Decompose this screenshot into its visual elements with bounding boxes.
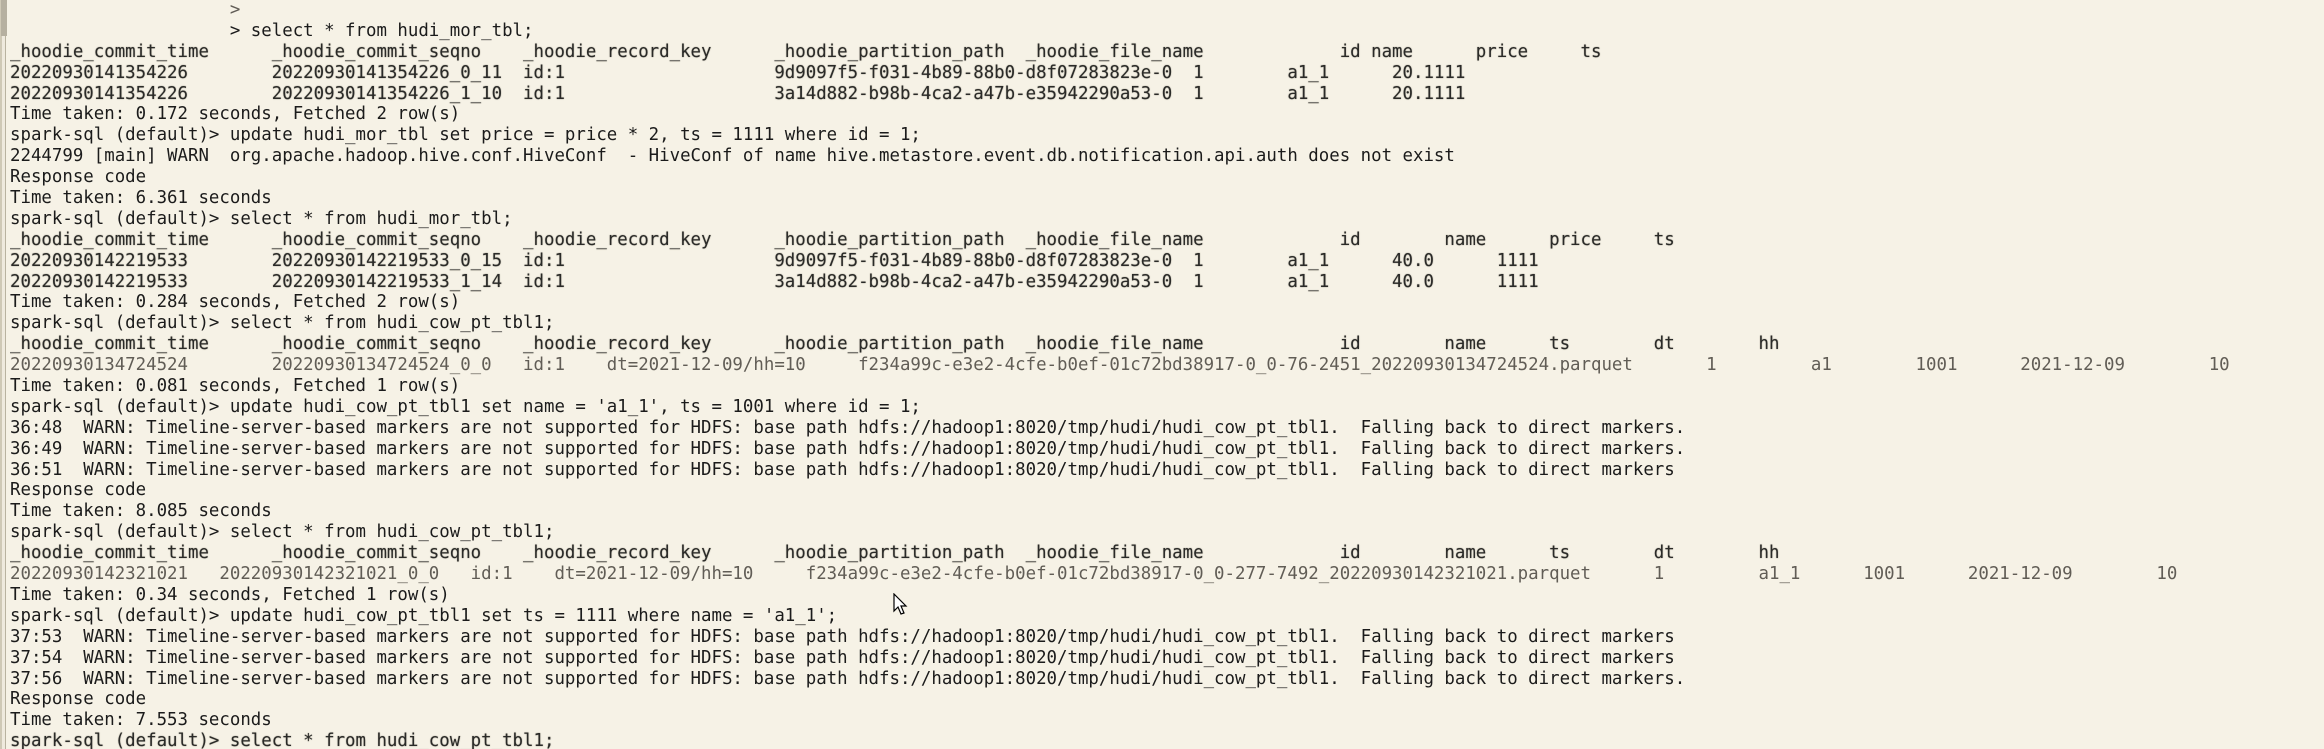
terminal-line: _hoodie_commit_time _hoodie_commit_seqno… — [10, 41, 1602, 62]
terminal-line: 37:56 WARN: Timeline-server-based marker… — [10, 668, 1686, 689]
terminal-line: > — [10, 0, 241, 20]
terminal-line: Response code — [10, 689, 147, 710]
terminal-line: Time taken: 6.361 seconds — [10, 188, 272, 209]
terminal-line: 36:49 WARN: Timeline-server-based marker… — [10, 438, 1686, 459]
terminal-line: _hoodie_commit_time _hoodie_commit_seqno… — [10, 334, 1780, 355]
terminal-line: 20220930142219533 20220930142219533_1_14… — [10, 271, 1539, 292]
terminal-line: Time taken: 0.284 seconds, Fetched 2 row… — [10, 292, 461, 313]
terminal-line: > select * from hudi_mor_tbl; — [10, 20, 534, 41]
terminal-line: 36:48 WARN: Timeline-server-based marker… — [10, 417, 1686, 438]
terminal-line: 37:54 WARN: Timeline-server-based marker… — [10, 647, 1675, 668]
terminal-line: Time taken: 7.553 seconds — [10, 710, 272, 731]
terminal-line: 2244799 [main] WARN org.apache.hadoop.hi… — [10, 146, 1455, 167]
window-left-border — [0, 0, 9, 749]
terminal-line: Time taken: 0.081 seconds, Fetched 1 row… — [10, 376, 461, 397]
terminal-line: 37:53 WARN: Timeline-server-based marker… — [10, 626, 1675, 647]
terminal-line: spark-sql (default)> select * from hudi_… — [10, 208, 513, 229]
terminal-line: 36:51 WARN: Timeline-server-based marker… — [10, 459, 1675, 480]
terminal-line: spark-sql (default)> update hudi_mor_tbl… — [10, 125, 921, 146]
terminal-line: spark-sql (default)> select * from hudi_… — [10, 313, 555, 334]
terminal-line: 20220930134724524 20220930134724524_0_0 … — [10, 355, 2230, 376]
terminal-line: spark-sql (default)> select * from hudi_… — [10, 522, 555, 543]
terminal-line: Response code — [10, 167, 147, 188]
terminal-line: 20220930141354226 20220930141354226_0_11… — [10, 62, 1466, 83]
terminal-line: _hoodie_commit_time _hoodie_commit_seqno… — [10, 229, 1675, 250]
terminal-line: spark-sql (default)> update hudi_cow_pt_… — [10, 605, 838, 626]
terminal-line: 20220930142219533 20220930142219533_0_15… — [10, 250, 1539, 271]
terminal-line: Response code — [10, 480, 147, 501]
terminal-line: Time taken: 8.085 seconds — [10, 501, 272, 522]
terminal-line: spark-sql (default)> select * from hudi_… — [10, 731, 555, 749]
terminal-window[interactable]: > > select * from hudi_mor_tbl; _hoodie_c… — [0, 0, 2324, 749]
terminal-line: spark-sql (default)> update hudi_cow_pt_… — [10, 396, 921, 417]
terminal-output[interactable]: > > select * from hudi_mor_tbl; _hoodie_c… — [10, 0, 2324, 749]
terminal-line: 20220930141354226 20220930141354226_1_10… — [10, 83, 1466, 104]
terminal-line: 20220930142321021 20220930142321021_0_0 … — [10, 564, 2178, 585]
terminal-line: _hoodie_commit_time _hoodie_commit_seqno… — [10, 543, 1780, 564]
scrollbar-thumb[interactable] — [1, 0, 7, 36]
terminal-line: Time taken: 0.34 seconds, Fetched 1 row(… — [10, 584, 450, 605]
terminal-line: Time taken: 0.172 seconds, Fetched 2 row… — [10, 104, 461, 125]
